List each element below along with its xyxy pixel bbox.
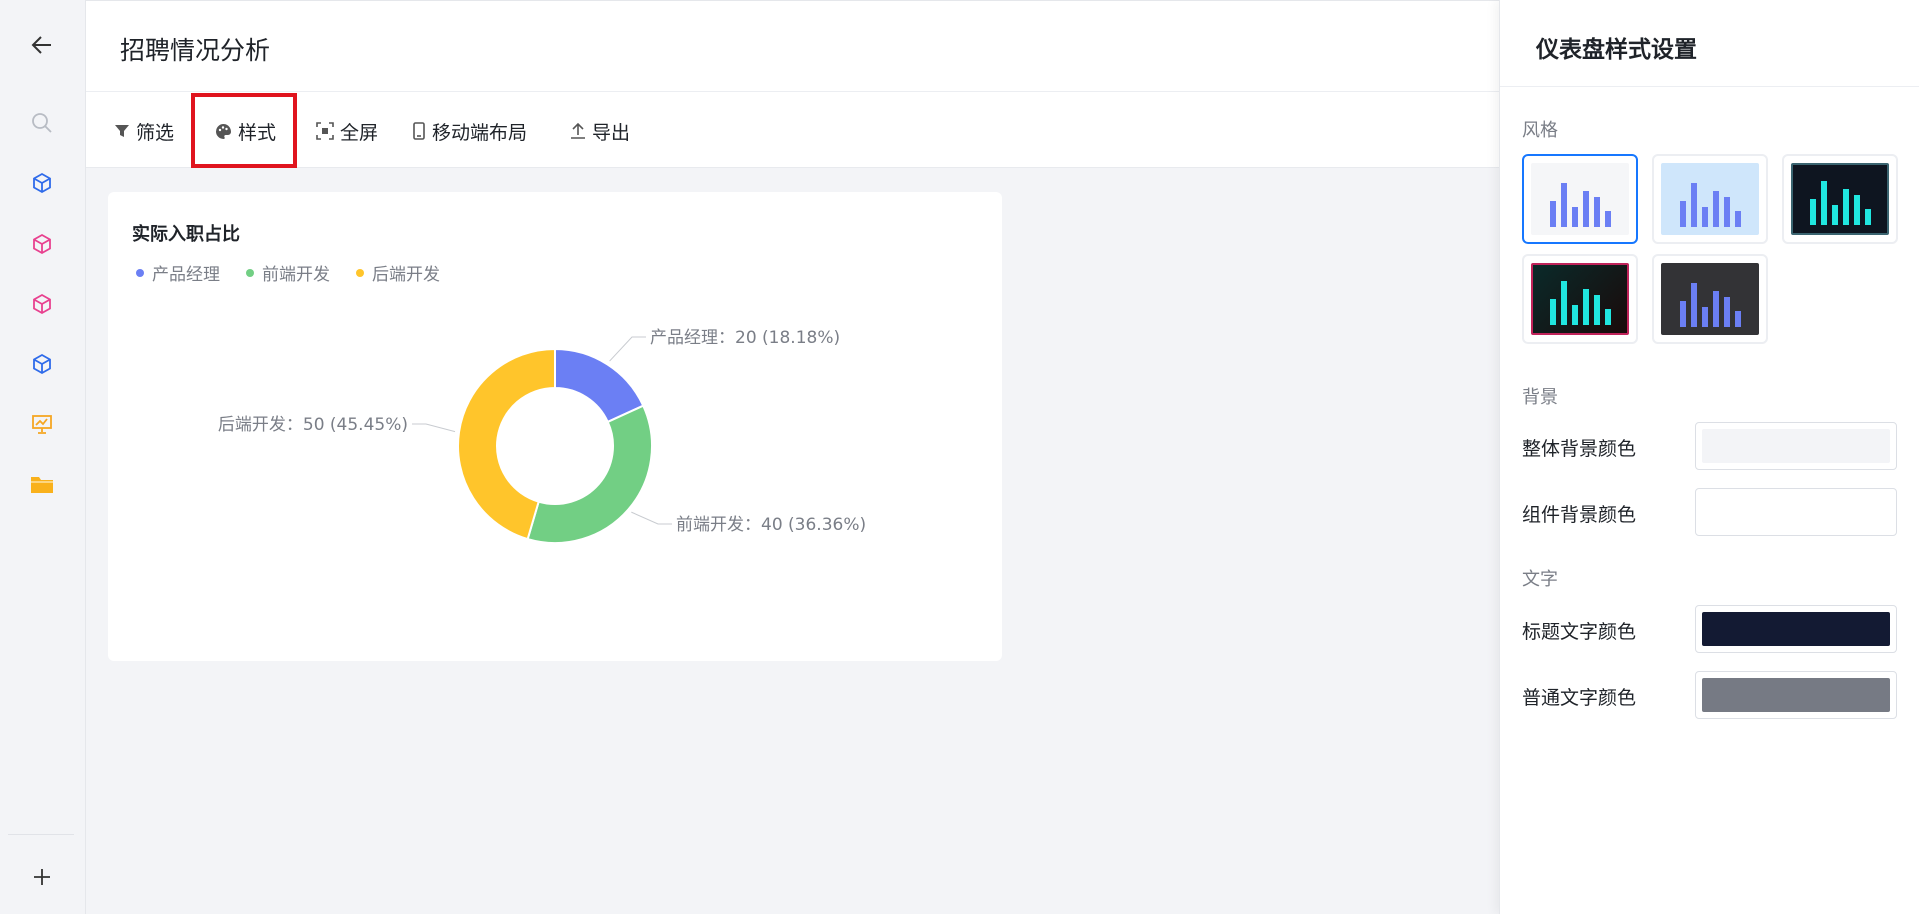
- legend-label: 产品经理: [152, 265, 220, 285]
- legend-item[interactable]: 后端开发: [356, 260, 440, 285]
- cube-icon[interactable]: [25, 166, 59, 200]
- style-thumbnail: [1791, 163, 1889, 235]
- legend-dot: [136, 268, 144, 277]
- legend-item[interactable]: 前端开发: [246, 260, 330, 285]
- upload-icon: [571, 122, 585, 139]
- filter-icon: [115, 125, 129, 137]
- chart-title: 实际入职占比: [132, 224, 240, 245]
- normal-text-swatch: [1702, 678, 1890, 712]
- label-leader-line: [609, 336, 646, 362]
- style-option-neon[interactable]: [1522, 254, 1638, 344]
- back-arrow-icon[interactable]: [25, 28, 59, 62]
- legend-label: 后端开发: [372, 265, 440, 285]
- toolbar: 筛选 样式 全屏 移动端布局 导出: [86, 92, 1499, 168]
- title-text-swatch: [1702, 612, 1890, 646]
- overall-bg-label: 整体背景颜色: [1522, 438, 1637, 460]
- style-option-dark[interactable]: [1652, 254, 1768, 344]
- normal-color-label: 普通文字颜色: [1522, 687, 1637, 709]
- cube-icon[interactable]: [25, 227, 59, 261]
- style-thumbnail: [1661, 263, 1759, 335]
- presentation-icon[interactable]: [25, 407, 59, 441]
- cube-icon[interactable]: [25, 287, 59, 321]
- component-bg-swatch: [1702, 495, 1890, 529]
- legend-dot: [356, 268, 364, 277]
- style-option-light[interactable]: [1522, 154, 1638, 244]
- page-header: 招聘情况分析: [86, 0, 1499, 92]
- slice-data-label: 前端开发：40 (36.36%): [676, 515, 866, 535]
- style-option-tech-dark[interactable]: [1782, 154, 1898, 244]
- style-thumbnail: [1661, 163, 1759, 235]
- fullscreen-icon: [316, 122, 334, 140]
- style-settings-panel: 仪表盘样式设置 风格 背景 整体背景颜色 组件背景颜色 文字 标题文字颜色 普通…: [1499, 0, 1919, 914]
- left-rail: [0, 0, 86, 914]
- filter-button[interactable]: 筛选: [114, 114, 174, 148]
- folder-icon[interactable]: [25, 467, 59, 501]
- title-color-label: 标题文字颜色: [1522, 621, 1637, 643]
- export-button[interactable]: 导出: [570, 114, 630, 148]
- export-label: 导出: [592, 121, 631, 144]
- mobile-layout-label: 移动端布局: [432, 121, 528, 144]
- slice-data-label: 产品经理：20 (18.18%): [650, 328, 840, 348]
- legend-dot: [246, 268, 254, 277]
- label-leader-line: [412, 423, 456, 433]
- chart-legend: 产品经理 前端开发 后端开发: [136, 260, 440, 285]
- mobile-layout-button[interactable]: 移动端布局: [412, 114, 527, 148]
- plus-icon[interactable]: [25, 860, 59, 894]
- label-leader-line: [631, 511, 672, 525]
- overall-bg-swatch: [1702, 429, 1890, 463]
- page-title: 招聘情况分析: [120, 36, 271, 65]
- filter-label: 筛选: [136, 121, 175, 144]
- component-bg-color-picker[interactable]: [1695, 488, 1897, 536]
- legend-item[interactable]: 产品经理: [136, 260, 220, 285]
- style-option-blue[interactable]: [1652, 154, 1768, 244]
- legend-label: 前端开发: [262, 265, 330, 285]
- panel-divider: [1500, 86, 1919, 87]
- donut-slice[interactable]: [526, 404, 653, 544]
- normal-text-color-picker[interactable]: [1695, 671, 1897, 719]
- style-section-label: 风格: [1522, 120, 1558, 141]
- rail-divider: [8, 834, 74, 835]
- chart-card[interactable]: 产品经理：20 (18.18%) 前端开发：40 (36.36%) 后端开发：50 …: [108, 192, 1002, 661]
- fullscreen-button[interactable]: 全屏: [316, 114, 378, 148]
- fullscreen-label: 全屏: [340, 121, 379, 144]
- slice-data-label: 后端开发：50 (45.45%): [218, 415, 408, 435]
- style-thumbnail: [1531, 263, 1629, 335]
- mobile-icon: [413, 122, 425, 140]
- cube-icon[interactable]: [25, 347, 59, 381]
- text-section-label: 文字: [1522, 569, 1558, 590]
- title-text-color-picker[interactable]: [1695, 605, 1897, 653]
- overall-bg-color-picker[interactable]: [1695, 422, 1897, 470]
- search-icon[interactable]: [25, 106, 59, 140]
- style-highlight-box: [191, 93, 297, 168]
- panel-title: 仪表盘样式设置: [1536, 37, 1697, 63]
- style-thumbnail: [1531, 163, 1629, 235]
- background-section-label: 背景: [1522, 387, 1558, 408]
- component-bg-label: 组件背景颜色: [1522, 504, 1637, 526]
